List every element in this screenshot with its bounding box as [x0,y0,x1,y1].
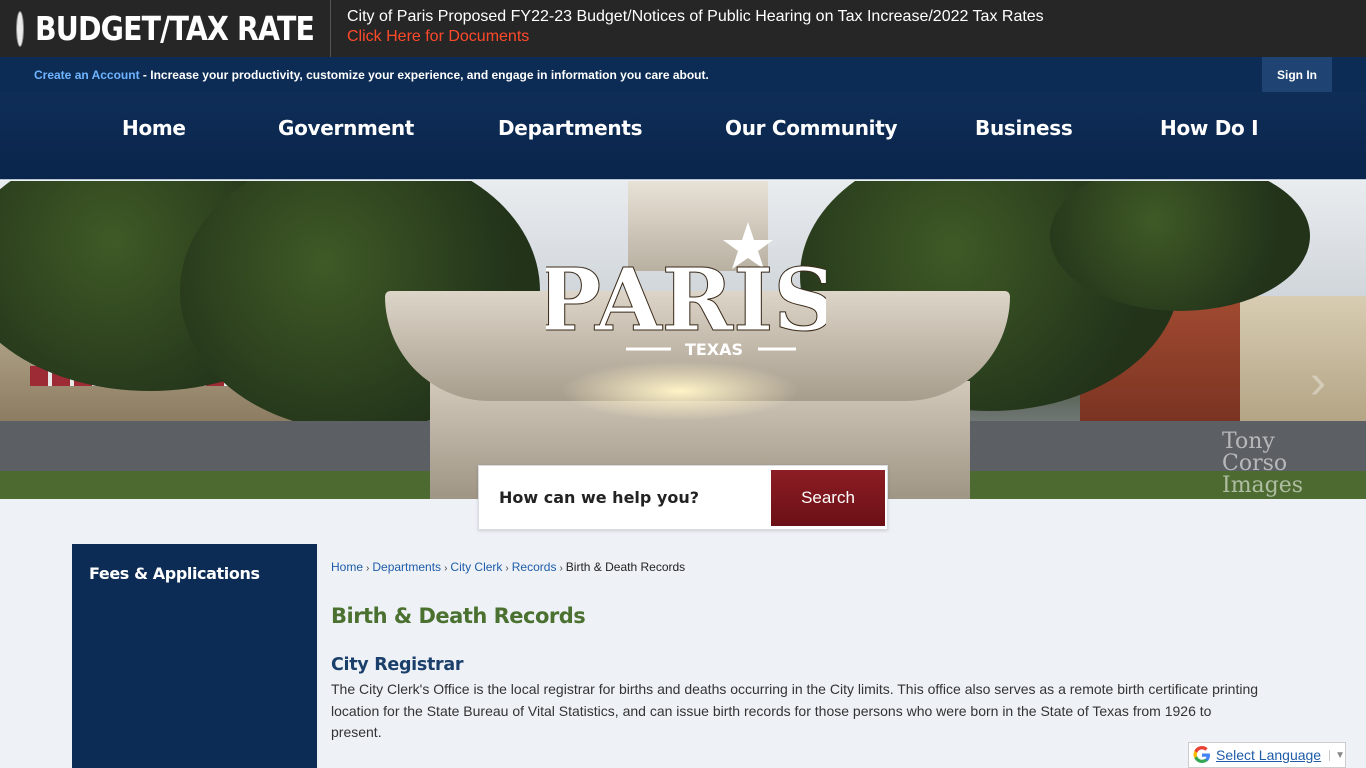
logo-subtext: TEXAS [685,340,743,359]
page-title: Birth & Death Records [331,604,586,628]
breadcrumb: Home › Departments › City Clerk › Records › Birt… [331,560,685,574]
paris-texas-logo: PARIS TEXAS [546,222,826,359]
breadcrumb-separator: › [505,563,509,574]
breadcrumb-records[interactable]: Records [512,560,557,574]
language-selector[interactable]: Select Language ▼ [1188,742,1346,768]
alert-title: BUDGET/TAX RATE [35,9,315,48]
nav-our-community[interactable]: Our Community [725,116,898,140]
section-body: The City Clerk's Office is the local reg… [331,681,1259,740]
nav-government[interactable]: Government [278,116,414,140]
alert-bar: BUDGET/TAX RATE City of Paris Proposed F… [0,0,1366,57]
alert-icon [17,11,23,46]
nav-departments[interactable]: Departments [498,116,643,140]
breadcrumb-separator: › [366,563,370,574]
account-promo-text: - Increase your productivity, customize … [139,67,709,82]
search-box: Search [478,465,888,530]
breadcrumb-current: Birth & Death Records [565,560,686,574]
photo-watermark: Tony Corso Images [1222,429,1304,498]
alert-label: BUDGET/TAX RATE [0,0,331,57]
main-nav: Home Government Departments Our Communit… [0,92,1366,180]
alert-message: City of Paris Proposed FY22-23 Budget/No… [347,8,1044,25]
account-promo: Create an Account - Increase your produc… [0,68,709,82]
nav-how-do-i[interactable]: How Do I [1160,116,1259,140]
breadcrumb-home[interactable]: Home [331,560,363,574]
search-button[interactable]: Search [771,470,885,526]
logo-text: PARIS [546,250,826,351]
chevron-down-icon[interactable]: ▼ [1329,749,1345,761]
nav-business[interactable]: Business [975,116,1073,140]
google-icon [1193,746,1210,763]
sidebar-item-fees-applications[interactable]: Fees & Applications [89,564,260,583]
account-bar: Create an Account - Increase your produc… [0,57,1366,92]
main-content: Home › Departments › City Clerk › Records › Birt… [317,544,1294,768]
alert-content: City of Paris Proposed FY22-23 Budget/No… [331,0,1044,57]
breadcrumb-separator: › [444,563,448,574]
language-selector-label[interactable]: Select Language [1216,747,1321,763]
sidebar: Fees & Applications [72,544,317,768]
breadcrumb-departments[interactable]: Departments [372,560,441,574]
breadcrumb-city-clerk[interactable]: City Clerk [450,560,502,574]
create-account-link[interactable]: Create an Account [34,68,140,82]
banner-building-right [1240,296,1366,421]
fountain-glow [560,361,800,421]
section-heading: City Registrar [331,655,464,675]
sign-in-button[interactable]: Sign In [1262,57,1332,92]
alert-documents-link[interactable]: Click Here for Documents [347,26,1044,48]
hero-banner: PARIS TEXAS Tony Corso Images › [0,181,1366,499]
search-input[interactable] [479,466,771,529]
breadcrumb-separator: › [559,563,563,574]
banner-next-icon[interactable]: › [1310,355,1326,410]
nav-home[interactable]: Home [122,116,186,140]
